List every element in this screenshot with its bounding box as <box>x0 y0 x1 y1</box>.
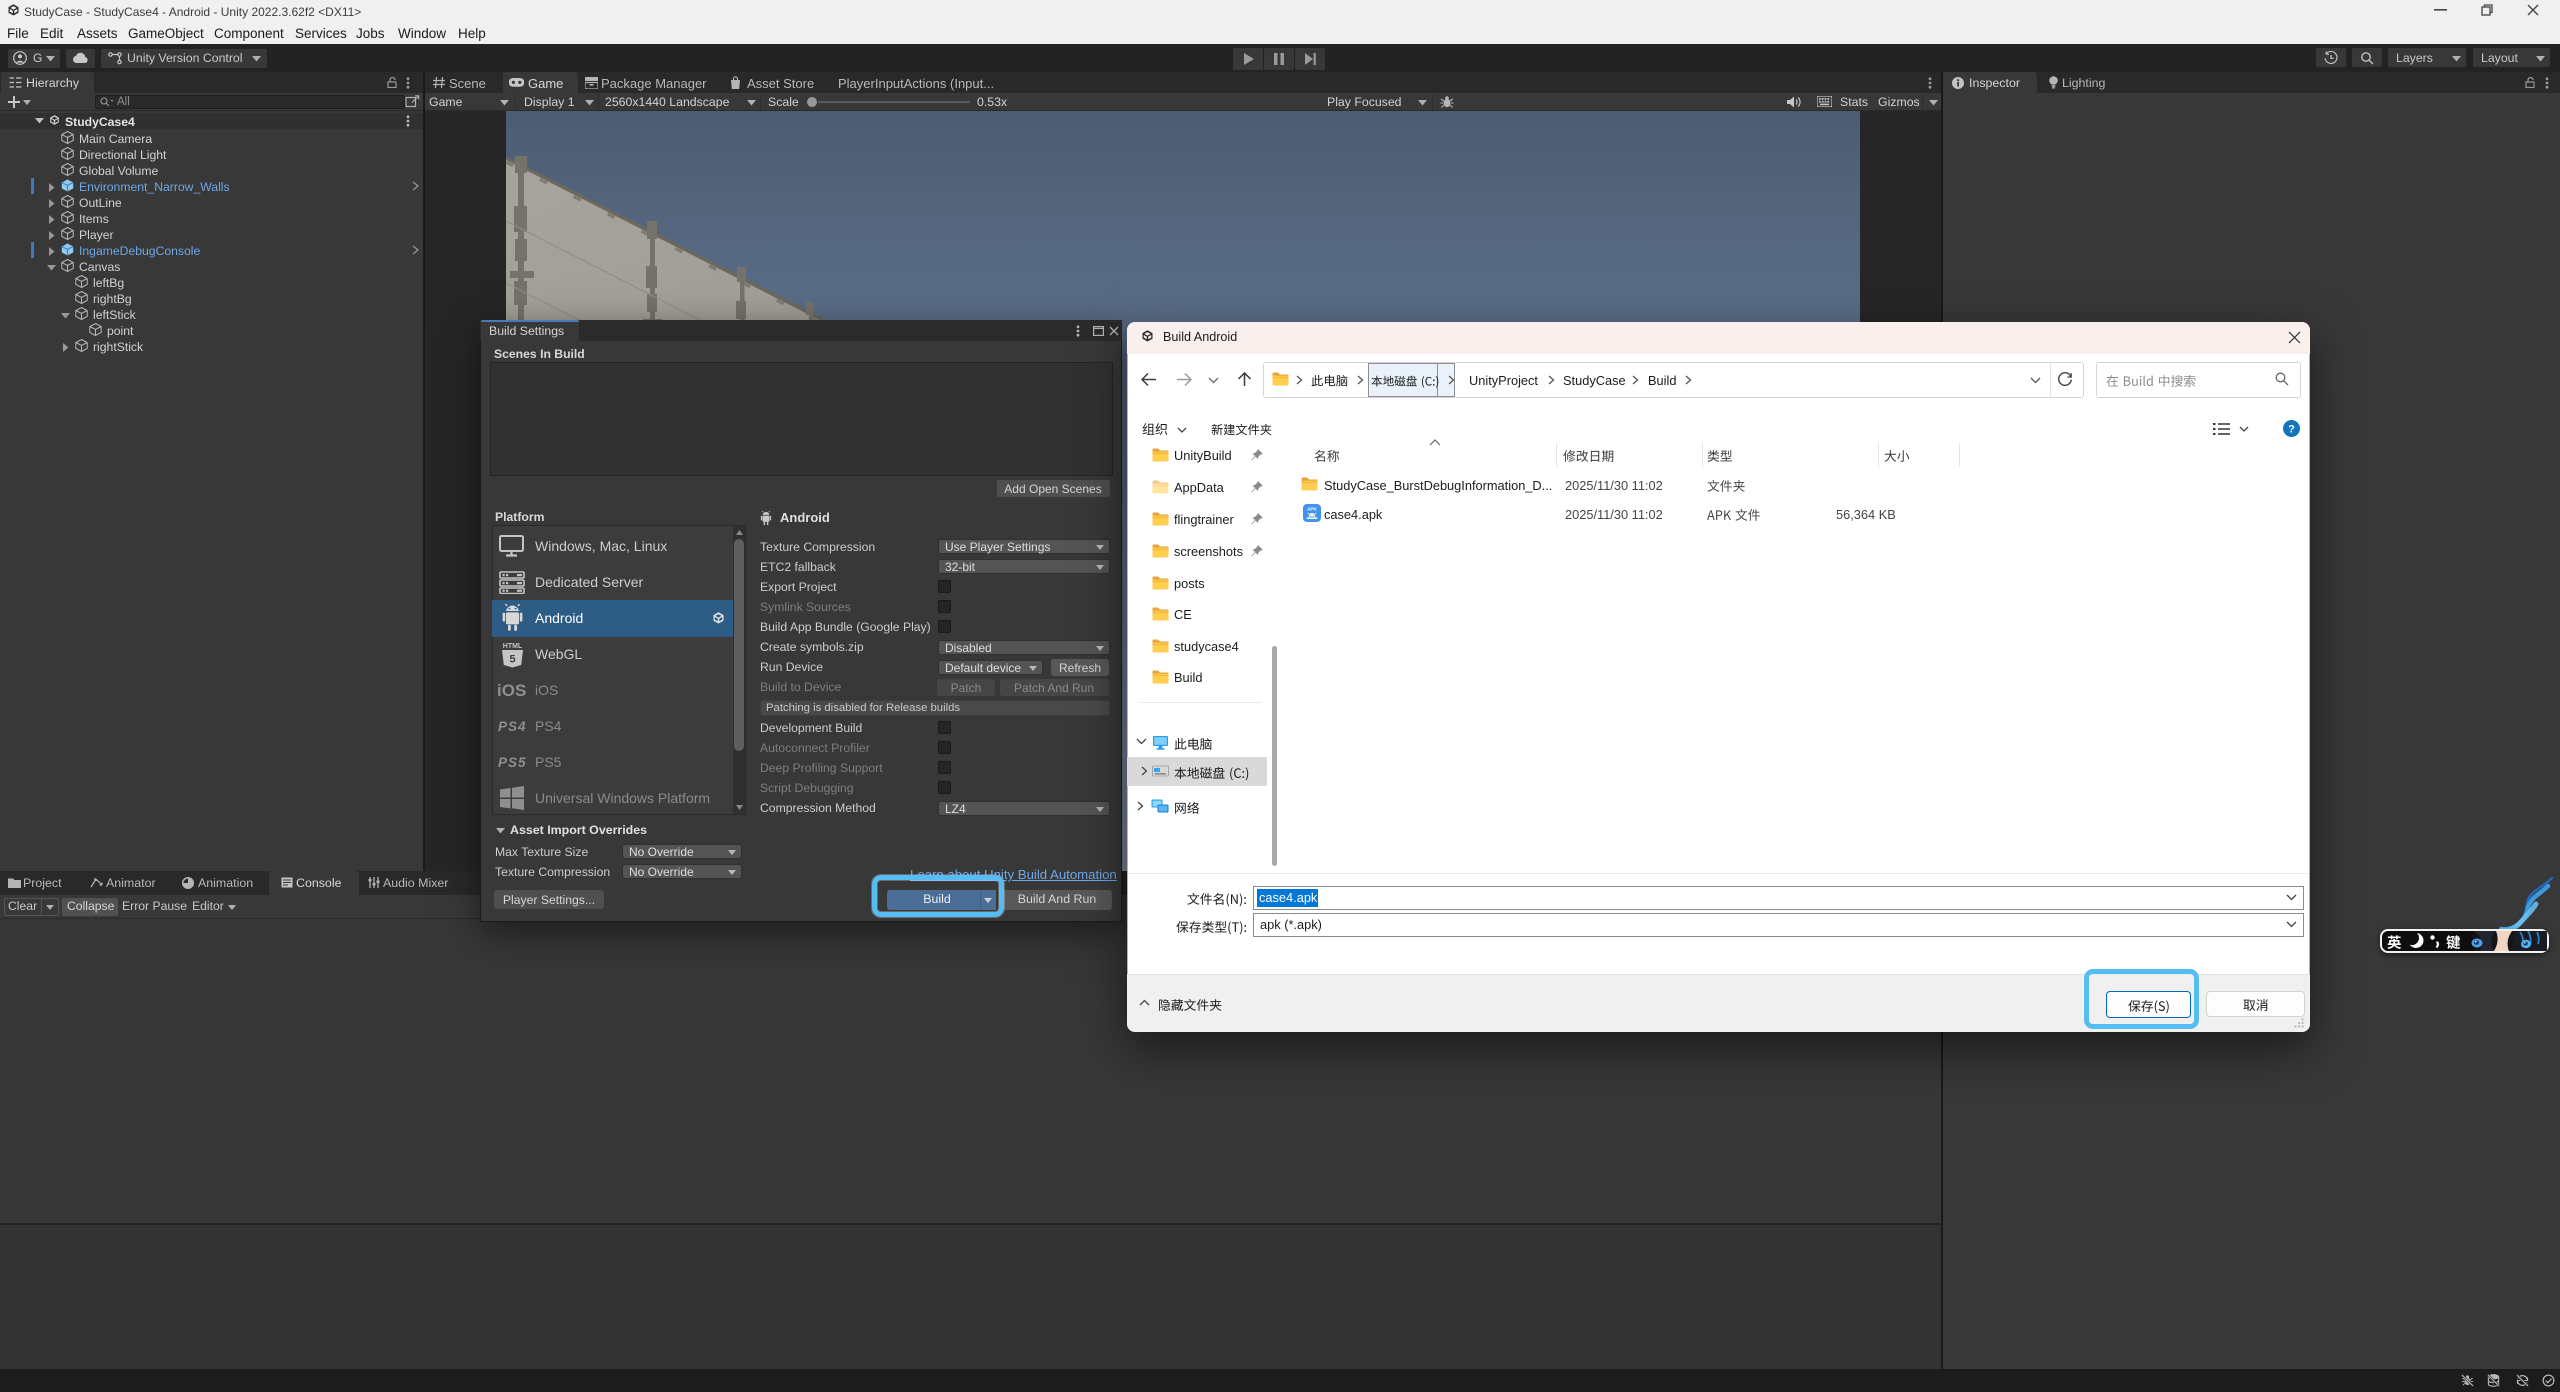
svg-text:?: ? <box>2288 424 2295 436</box>
svg-text:HTML: HTML <box>503 643 523 650</box>
svg-text:5: 5 <box>509 654 515 666</box>
svg-text:APK: APK <box>1307 507 1317 512</box>
